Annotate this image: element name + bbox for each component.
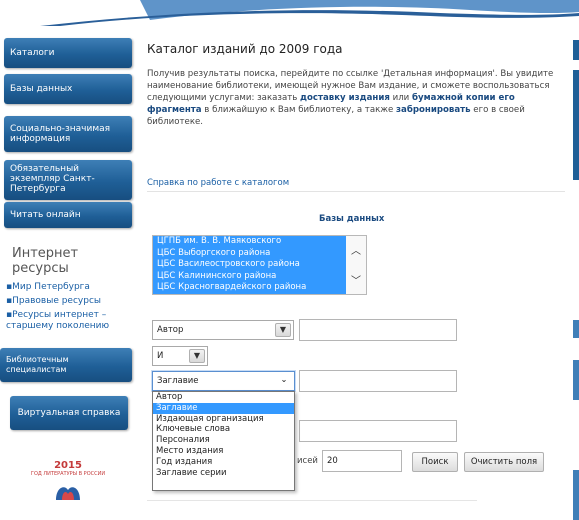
divider	[147, 500, 477, 501]
list-item[interactable]: ЦБС Калининского района	[153, 271, 348, 283]
chevron-down-icon[interactable]: ⌄	[276, 374, 292, 388]
field2-input[interactable]	[299, 370, 457, 392]
link-legal-resources[interactable]: ▪Правовые ресурсы	[4, 296, 132, 307]
internet-resources-panel: Интернет ресурсы ▪Мир Петербурга ▪Правов…	[4, 236, 132, 336]
dropdown-option[interactable]: Год издания	[153, 457, 294, 468]
sidebar-item-label: Каталоги	[10, 48, 55, 58]
dropdown-option[interactable]: Автор	[153, 392, 294, 403]
dropdown-option[interactable]: Издающая организация	[153, 414, 294, 425]
field3-input[interactable]	[299, 420, 457, 442]
year-of-literature-badge[interactable]: 2015 ГОД ЛИТЕРАТУРЫ В РОССИИ	[28, 460, 108, 500]
catalog-help-link[interactable]: Справка по работе с каталогом	[147, 178, 289, 188]
sidebar-item-databases[interactable]: Базы данных	[4, 74, 132, 104]
field2-dropdown-list[interactable]: Автор Заглавие Издающая организация Ключ…	[152, 391, 295, 491]
sidebar-item-label: Обязательный экземпляр Санкт-Петербурга	[10, 164, 95, 194]
dropdown-option[interactable]: Место издания	[153, 446, 294, 457]
chevron-down-icon[interactable]: ﹀	[351, 272, 361, 287]
link-elder-resources[interactable]: ▪Ресурсы интернет – старшему поколению	[4, 310, 132, 332]
year-badge-subtitle: ГОД ЛИТЕРАТУРЫ В РОССИИ	[30, 471, 106, 477]
sidebar-item-label: Социально-значимая информация	[10, 124, 111, 144]
list-item[interactable]: ЦБС Выборгского района	[153, 248, 348, 260]
page-title: Каталог изданий до 2009 года	[147, 42, 343, 56]
sidebar-item-label: Базы данных	[10, 84, 73, 94]
right-edge-panel	[570, 0, 579, 520]
chevron-down-icon[interactable]: ▼	[189, 349, 205, 363]
delivery-link[interactable]: доставку издания	[300, 93, 390, 103]
listbox-scrollbar[interactable]: ︿ ﹀	[346, 236, 366, 294]
clear-fields-button[interactable]: Очистить поля	[464, 452, 544, 472]
reserve-link[interactable]: забронировать	[396, 105, 471, 115]
sidebar-item-read-online[interactable]: Читать онлайн	[4, 202, 132, 228]
chevron-down-icon[interactable]: ▼	[275, 323, 291, 337]
field1-input[interactable]	[299, 319, 457, 341]
databases-listbox[interactable]: ЦГПБ им. В. В. Маяковского ЦБС Выборгско…	[152, 235, 367, 295]
records-count-input[interactable]: 20	[322, 450, 402, 472]
dropdown-option[interactable]: Ключевые слова	[153, 424, 294, 435]
specialists-button[interactable]: Библиотечным специалистам	[0, 348, 132, 382]
internet-resources-heading: Интернет ресурсы	[12, 246, 79, 276]
top-decorative-band	[0, 0, 579, 26]
intro-text: Получив результаты поиска, перейдите по …	[147, 69, 554, 127]
dropdown-option[interactable]: Персоналия	[153, 435, 294, 446]
databases-selected-items: ЦГПБ им. В. В. Маяковского ЦБС Выборгско…	[153, 236, 348, 294]
dropdown-option-selected[interactable]: Заглавие	[153, 402, 294, 414]
dropdown-option[interactable]: Заглавие серии	[153, 468, 294, 479]
chevron-up-icon[interactable]: ︿	[351, 242, 361, 257]
sidebar-item-catalogs[interactable]: Каталоги	[4, 38, 132, 68]
search-button[interactable]: Поиск	[412, 452, 458, 472]
sidebar-item-legal-deposit[interactable]: Обязательный экземпляр Санкт-Петербурга	[4, 160, 132, 200]
databases-label: Базы данных	[319, 214, 385, 224]
operator-select[interactable]: И ▼	[152, 346, 208, 366]
virtual-help-button[interactable]: Виртуальная справка	[10, 396, 128, 430]
divider	[147, 191, 565, 192]
list-item[interactable]: ЦБС Василеостровского района	[153, 259, 348, 271]
field1-select[interactable]: Автор ▼	[152, 320, 294, 340]
field2-select[interactable]: Заглавие ⌄	[152, 371, 295, 391]
sidebar-item-social-info[interactable]: Социально-значимая информация	[4, 116, 132, 152]
list-item[interactable]: ЦГПБ им. В. В. Маяковского	[153, 236, 348, 248]
book-logo-icon	[56, 487, 80, 500]
records-label: исей	[297, 456, 318, 466]
sidebar-item-label: Читать онлайн	[10, 210, 81, 220]
year-badge-year: 2015	[54, 460, 82, 471]
list-item[interactable]: ЦБС Красногвардейского района	[153, 282, 348, 294]
link-mir-peterburga[interactable]: ▪Мир Петербурга	[4, 282, 132, 293]
